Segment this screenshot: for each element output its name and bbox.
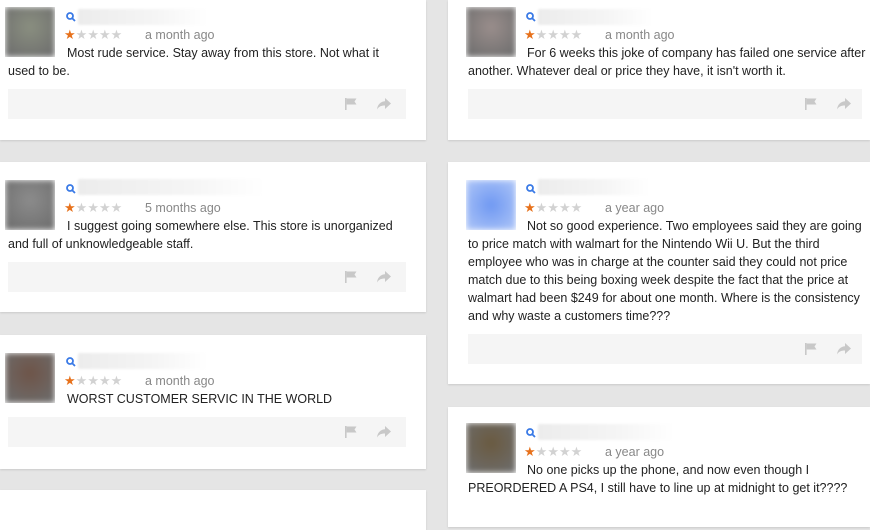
search-icon — [526, 12, 536, 22]
reviewer-name[interactable] — [78, 9, 208, 25]
review-card: ★★★★★ a year ago Not so good experience.… — [448, 162, 870, 384]
review-text: Most rude service. Stay away from this s… — [8, 46, 379, 78]
star-empty-icon: ★ — [558, 27, 571, 42]
star-filled-icon: ★ — [524, 27, 536, 42]
star-empty-icon: ★ — [98, 27, 111, 42]
star-empty-icon: ★ — [98, 200, 111, 215]
review-time: a month ago — [145, 28, 215, 42]
review-text: For 6 weeks this joke of company has fai… — [468, 46, 866, 78]
star-empty-icon: ★ — [570, 200, 583, 215]
star-empty-icon: ★ — [570, 444, 583, 459]
star-empty-icon: ★ — [75, 373, 88, 388]
reviewer-name[interactable] — [538, 9, 653, 25]
review-time: a month ago — [605, 28, 675, 42]
review-time: a year ago — [605, 201, 665, 215]
star-empty-icon: ★ — [87, 27, 99, 42]
flag-icon[interactable] — [344, 425, 358, 439]
flag-icon[interactable] — [804, 342, 818, 356]
star-rating: ★★★★★ — [524, 28, 582, 41]
star-filled-icon: ★ — [64, 200, 76, 215]
star-filled-icon: ★ — [64, 373, 76, 388]
review-time: a year ago — [605, 445, 665, 459]
star-empty-icon: ★ — [110, 373, 123, 388]
review-card — [0, 490, 426, 530]
star-rating: ★★★★★ — [64, 201, 122, 214]
star-empty-icon: ★ — [570, 27, 583, 42]
search-icon — [66, 184, 76, 194]
search-icon — [526, 184, 536, 194]
flag-icon[interactable] — [344, 97, 358, 111]
star-filled-icon: ★ — [64, 27, 76, 42]
star-empty-icon: ★ — [558, 200, 571, 215]
review-actions-bar — [468, 89, 862, 119]
reviewer-name[interactable] — [78, 353, 208, 369]
reviewer-name[interactable] — [538, 424, 674, 440]
review-actions-bar — [8, 417, 406, 447]
reviewer-name[interactable] — [78, 179, 264, 195]
star-empty-icon: ★ — [535, 444, 548, 459]
reviewer-name[interactable] — [538, 179, 650, 195]
share-icon[interactable] — [836, 342, 852, 356]
star-empty-icon: ★ — [535, 27, 548, 42]
star-empty-icon: ★ — [110, 200, 123, 215]
search-icon — [526, 428, 536, 438]
review-card: ★★★★★ a month ago WORST CUSTOMER SERVIC … — [0, 335, 426, 469]
review-card: ★★★★★ a year ago No one picks up the pho… — [448, 407, 870, 527]
review-actions-bar — [8, 262, 406, 292]
review-time: 5 months ago — [145, 201, 221, 215]
share-icon[interactable] — [836, 97, 852, 111]
star-rating: ★★★★★ — [64, 28, 122, 41]
star-filled-icon: ★ — [524, 444, 536, 459]
search-icon — [66, 12, 76, 22]
review-text: WORST CUSTOMER SERVIC IN THE WORLD — [67, 392, 333, 406]
review-card: ★★★★★ a month ago For 6 weeks this joke … — [448, 0, 870, 140]
flag-icon[interactable] — [804, 97, 818, 111]
review-text: I suggest going somewhere else. This sto… — [8, 219, 393, 251]
star-empty-icon: ★ — [558, 444, 571, 459]
star-empty-icon: ★ — [87, 373, 99, 388]
star-empty-icon: ★ — [75, 200, 88, 215]
star-empty-icon: ★ — [547, 200, 559, 215]
review-actions-bar — [468, 334, 862, 364]
star-rating: ★★★★★ — [524, 201, 582, 214]
review-card: ★★★★★ a month ago Most rude service. Sta… — [0, 0, 426, 140]
review-time: a month ago — [145, 374, 215, 388]
star-empty-icon: ★ — [110, 27, 123, 42]
share-icon[interactable] — [376, 425, 392, 439]
review-text: Not so good experience. Two employees sa… — [468, 219, 862, 323]
share-icon[interactable] — [376, 270, 392, 284]
search-icon — [66, 357, 76, 367]
flag-icon[interactable] — [344, 270, 358, 284]
star-rating: ★★★★★ — [524, 445, 582, 458]
share-icon[interactable] — [376, 97, 392, 111]
star-empty-icon: ★ — [87, 200, 99, 215]
review-actions-bar — [8, 89, 406, 119]
star-empty-icon: ★ — [547, 27, 559, 42]
star-rating: ★★★★★ — [64, 374, 122, 387]
star-filled-icon: ★ — [524, 200, 536, 215]
review-text: No one picks up the phone, and now even … — [468, 463, 848, 495]
star-empty-icon: ★ — [535, 200, 548, 215]
review-card: ★★★★★ 5 months ago I suggest going somew… — [0, 162, 426, 312]
star-empty-icon: ★ — [75, 27, 88, 42]
star-empty-icon: ★ — [547, 444, 559, 459]
star-empty-icon: ★ — [98, 373, 111, 388]
